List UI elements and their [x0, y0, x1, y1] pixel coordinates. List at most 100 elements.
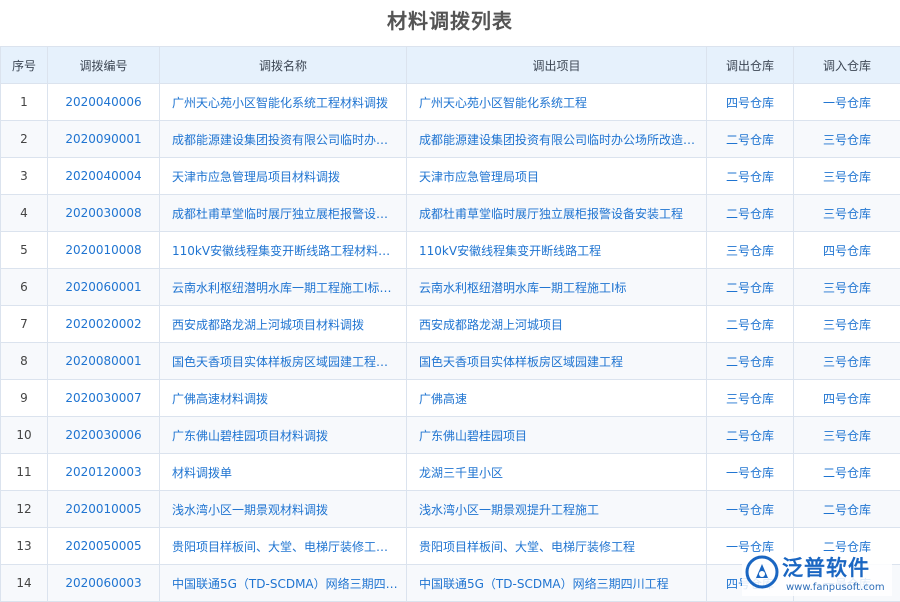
row-index: 5	[1, 232, 48, 269]
out-warehouse-link[interactable]: 一号仓库	[707, 491, 794, 528]
out-project-link[interactable]: 中国联通5G（TD-SCDMA）网络三期四川工程	[407, 565, 707, 602]
transfer-name-link[interactable]: 广东佛山碧桂园项目材料调拨	[160, 417, 407, 454]
brand-logo-icon	[744, 554, 780, 590]
brand-url: www.fanpusoft.com	[786, 582, 885, 594]
column-header-out-warehouse[interactable]: 调出仓库	[707, 47, 794, 84]
row-index: 12	[1, 491, 48, 528]
out-warehouse-link[interactable]: 二号仓库	[707, 269, 794, 306]
in-warehouse-link[interactable]: 三号仓库	[794, 269, 900, 306]
out-project-link[interactable]: 成都能源建设集团投资有限公司临时办公场所改造工程	[407, 121, 707, 158]
table-row[interactable]: 4 2020030008 成都杜甫草堂临时展厅独立展柜报警设备材料调拨 成都杜甫…	[1, 195, 900, 232]
transfer-code-link[interactable]: 2020010005	[48, 491, 160, 528]
transfer-code-link[interactable]: 2020060003	[48, 565, 160, 602]
transfer-name-link[interactable]: 材料调拨单	[160, 454, 407, 491]
in-warehouse-link[interactable]: 四号仓库	[794, 380, 900, 417]
row-index: 14	[1, 565, 48, 602]
row-index: 8	[1, 343, 48, 380]
in-warehouse-link[interactable]: 二号仓库	[794, 491, 900, 528]
transfer-name-link[interactable]: 成都杜甫草堂临时展厅独立展柜报警设备材料调拨	[160, 195, 407, 232]
column-header-code[interactable]: 调拨编号	[48, 47, 160, 84]
out-project-link[interactable]: 云南水利枢纽潜明水库一期工程施工I标	[407, 269, 707, 306]
transfer-code-link[interactable]: 2020060001	[48, 269, 160, 306]
out-project-link[interactable]: 广州天心苑小区智能化系统工程	[407, 84, 707, 121]
row-index: 10	[1, 417, 48, 454]
in-warehouse-link[interactable]: 四号仓库	[794, 232, 900, 269]
transfer-code-link[interactable]: 2020040006	[48, 84, 160, 121]
in-warehouse-link[interactable]: 三号仓库	[794, 121, 900, 158]
out-warehouse-link[interactable]: 二号仓库	[707, 343, 794, 380]
out-project-link[interactable]: 广佛高速	[407, 380, 707, 417]
out-project-link[interactable]: 天津市应急管理局项目	[407, 158, 707, 195]
table-row[interactable]: 5 2020010008 110kV安徽线程集变开断线路工程材料调拨 110kV…	[1, 232, 900, 269]
out-project-link[interactable]: 浅水湾小区一期景观提升工程施工	[407, 491, 707, 528]
transfer-code-link[interactable]: 2020120003	[48, 454, 160, 491]
out-warehouse-link[interactable]: 四号仓库	[707, 84, 794, 121]
table-row[interactable]: 11 2020120003 材料调拨单 龙湖三千里小区 一号仓库 二号仓库	[1, 454, 900, 491]
transfer-name-link[interactable]: 云南水利枢纽潜明水库一期工程施工I标材料调拨	[160, 269, 407, 306]
table-row[interactable]: 3 2020040004 天津市应急管理局项目材料调拨 天津市应急管理局项目 二…	[1, 158, 900, 195]
page-title: 材料调拨列表	[0, 0, 900, 44]
out-warehouse-link[interactable]: 二号仓库	[707, 195, 794, 232]
transfer-code-link[interactable]: 2020030007	[48, 380, 160, 417]
in-warehouse-link[interactable]: 三号仓库	[794, 158, 900, 195]
in-warehouse-link[interactable]: 二号仓库	[794, 454, 900, 491]
out-warehouse-link[interactable]: 一号仓库	[707, 454, 794, 491]
column-header-project[interactable]: 调出项目	[407, 47, 707, 84]
transfer-code-link[interactable]: 2020080001	[48, 343, 160, 380]
transfer-code-link[interactable]: 2020040004	[48, 158, 160, 195]
brand-name: 泛普软件	[782, 554, 870, 582]
table-row[interactable]: 1 2020040006 广州天心苑小区智能化系统工程材料调拨 广州天心苑小区智…	[1, 84, 900, 121]
transfer-name-link[interactable]: 国色天香项目实体样板房区域园建工程材料调拨	[160, 343, 407, 380]
out-project-link[interactable]: 国色天香项目实体样板房区域园建工程	[407, 343, 707, 380]
out-warehouse-link[interactable]: 二号仓库	[707, 306, 794, 343]
table-row[interactable]: 7 2020020002 西安成都路龙湖上河城项目材料调拨 西安成都路龙湖上河城…	[1, 306, 900, 343]
row-index: 1	[1, 84, 48, 121]
transfer-name-link[interactable]: 广佛高速材料调拨	[160, 380, 407, 417]
table-row[interactable]: 9 2020030007 广佛高速材料调拨 广佛高速 三号仓库 四号仓库	[1, 380, 900, 417]
row-index: 4	[1, 195, 48, 232]
in-warehouse-link[interactable]: 三号仓库	[794, 343, 900, 380]
out-project-link[interactable]: 110kV安徽线程集变开断线路工程	[407, 232, 707, 269]
out-warehouse-link[interactable]: 三号仓库	[707, 380, 794, 417]
out-warehouse-link[interactable]: 二号仓库	[707, 417, 794, 454]
transfer-name-link[interactable]: 贵阳项目样板间、大堂、电梯厅装修工程材料调拨	[160, 528, 407, 565]
table-row[interactable]: 10 2020030006 广东佛山碧桂园项目材料调拨 广东佛山碧桂园项目 二号…	[1, 417, 900, 454]
out-project-link[interactable]: 贵阳项目样板间、大堂、电梯厅装修工程	[407, 528, 707, 565]
column-header-name[interactable]: 调拨名称	[160, 47, 407, 84]
row-index: 3	[1, 158, 48, 195]
in-warehouse-link[interactable]: 三号仓库	[794, 306, 900, 343]
transfer-code-link[interactable]: 2020050005	[48, 528, 160, 565]
out-warehouse-link[interactable]: 三号仓库	[707, 232, 794, 269]
out-warehouse-link[interactable]: 二号仓库	[707, 121, 794, 158]
in-warehouse-link[interactable]: 一号仓库	[794, 84, 900, 121]
transfer-name-link[interactable]: 广州天心苑小区智能化系统工程材料调拨	[160, 84, 407, 121]
row-index: 2	[1, 121, 48, 158]
transfer-name-link[interactable]: 天津市应急管理局项目材料调拨	[160, 158, 407, 195]
transfer-code-link[interactable]: 2020020002	[48, 306, 160, 343]
in-warehouse-link[interactable]: 三号仓库	[794, 417, 900, 454]
row-index: 7	[1, 306, 48, 343]
transfer-code-link[interactable]: 2020030008	[48, 195, 160, 232]
in-warehouse-link[interactable]: 三号仓库	[794, 195, 900, 232]
column-header-index[interactable]: 序号	[1, 47, 48, 84]
table-row[interactable]: 2 2020090001 成都能源建设集团投资有限公司临时办公场所材料调拨 成都…	[1, 121, 900, 158]
out-warehouse-link[interactable]: 二号仓库	[707, 158, 794, 195]
transfer-name-link[interactable]: 成都能源建设集团投资有限公司临时办公场所材料调拨	[160, 121, 407, 158]
table-header-row: 序号 调拨编号 调拨名称 调出项目 调出仓库 调入仓库	[1, 47, 900, 84]
out-project-link[interactable]: 成都杜甫草堂临时展厅独立展柜报警设备安装工程	[407, 195, 707, 232]
row-index: 13	[1, 528, 48, 565]
transfer-name-link[interactable]: 中国联通5G（TD-SCDMA）网络三期四川工程材料调拨	[160, 565, 407, 602]
out-project-link[interactable]: 龙湖三千里小区	[407, 454, 707, 491]
transfer-name-link[interactable]: 浅水湾小区一期景观材料调拨	[160, 491, 407, 528]
out-project-link[interactable]: 西安成都路龙湖上河城项目	[407, 306, 707, 343]
transfer-name-link[interactable]: 110kV安徽线程集变开断线路工程材料调拨	[160, 232, 407, 269]
transfer-code-link[interactable]: 2020030006	[48, 417, 160, 454]
transfer-name-link[interactable]: 西安成都路龙湖上河城项目材料调拨	[160, 306, 407, 343]
table-row[interactable]: 6 2020060001 云南水利枢纽潜明水库一期工程施工I标材料调拨 云南水利…	[1, 269, 900, 306]
transfer-code-link[interactable]: 2020090001	[48, 121, 160, 158]
table-row[interactable]: 8 2020080001 国色天香项目实体样板房区域园建工程材料调拨 国色天香项…	[1, 343, 900, 380]
transfer-code-link[interactable]: 2020010008	[48, 232, 160, 269]
table-row[interactable]: 12 2020010005 浅水湾小区一期景观材料调拨 浅水湾小区一期景观提升工…	[1, 491, 900, 528]
column-header-in-warehouse[interactable]: 调入仓库	[794, 47, 900, 84]
out-project-link[interactable]: 广东佛山碧桂园项目	[407, 417, 707, 454]
